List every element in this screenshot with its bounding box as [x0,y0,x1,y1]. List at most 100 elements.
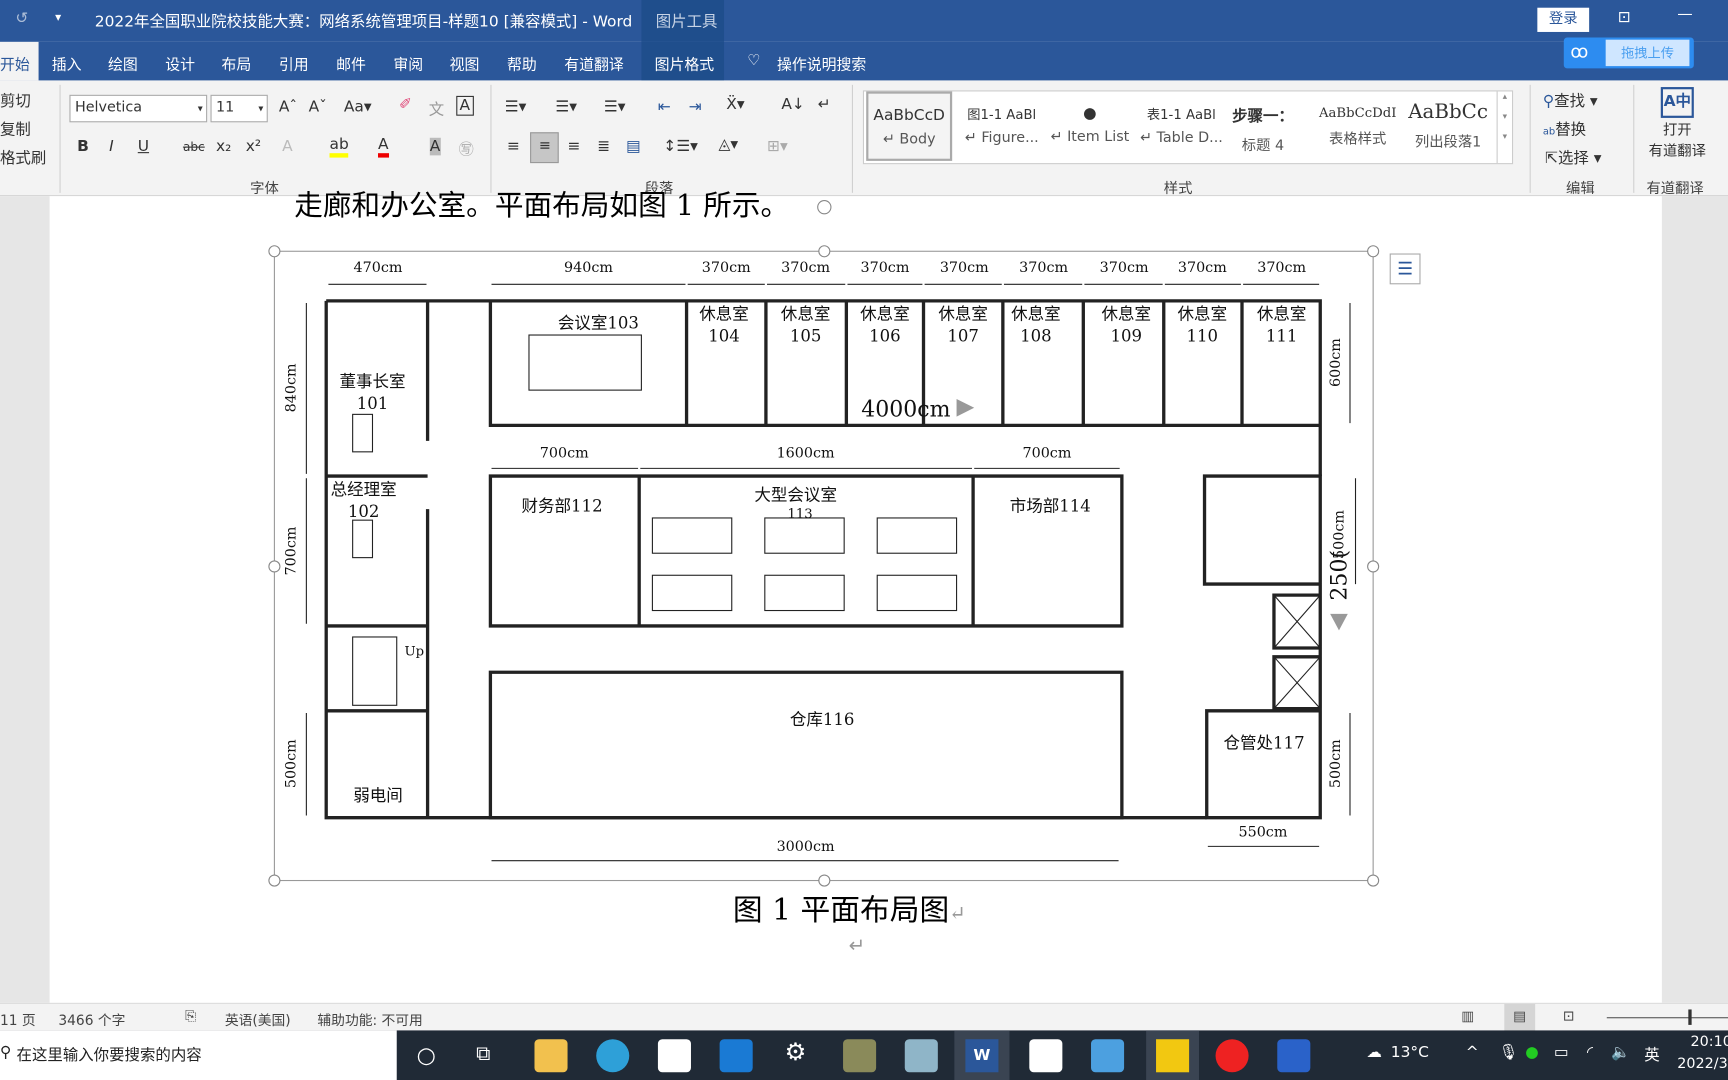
svg-text:500cm: 500cm [1328,739,1344,788]
svg-text:840cm: 840cm [283,363,299,412]
volume-muted-icon[interactable]: 🔈 [1611,1044,1630,1062]
word-count[interactable]: 3466 个字 [58,1008,125,1029]
weather-icon[interactable]: ☁ [1367,1044,1382,1062]
svg-text:600cm: 600cm [1328,338,1344,387]
room-106-name: 休息室 [860,305,910,324]
edge-icon[interactable] [596,1039,630,1073]
svg-text:550cm: 550cm [1238,824,1287,840]
room-105-name: 休息室 [781,305,831,324]
svg-text:470cm: 470cm [354,260,403,276]
dimension-lines [305,283,1357,862]
svg-text:700cm: 700cm [283,526,299,575]
powerbi-taskbar-button[interactable] [1146,1030,1200,1080]
room-101-name: 董事长室 [339,372,405,391]
room-113-name: 大型会议室 [754,485,837,504]
svg-text:370cm: 370cm [940,260,989,276]
overlay-dimension-vertical: 250( [1328,550,1353,601]
room-109-name: 休息室 [1102,305,1152,324]
room-117: 仓管处117 [1224,733,1305,752]
svg-text:370cm: 370cm [860,260,909,276]
ime-indicator[interactable]: 英 [1644,1044,1659,1066]
taskbar: ⚲ 在这里输入你要搜索的内容 ○ ⧉ ⚙ W ☁ 13°C ^ 🎙 ● ▭ ◜ 🔈… [0,1030,1728,1080]
room-116: 仓库116 [790,710,855,729]
room-labels: 董事长室 101 总经理室 102 会议室103 休息室 104 休息室 105 休息室… [331,305,1307,806]
app-icon-3[interactable] [1091,1039,1125,1073]
record-icon[interactable] [1215,1039,1249,1073]
resize-handles [268,200,1380,887]
word-taskbar-button[interactable]: W [954,1030,1010,1080]
room-106-number: 106 [869,327,901,346]
zoom-slider[interactable] [1606,1017,1728,1019]
stairs-label: Up [405,645,425,660]
clock-time[interactable]: 20:10 [1691,1034,1728,1051]
floor-plan-image[interactable]: 董事长室 101 总经理室 102 会议室103 休息室 104 休息室 105 休息室… [0,0,1728,1080]
room-108-name: 休息室 [1011,305,1061,324]
room-109-number: 109 [1111,327,1143,346]
room-111-name: 休息室 [1257,305,1307,324]
app-icon-4[interactable] [1277,1039,1311,1073]
room-112: 财务部112 [522,496,603,515]
room-114: 市场部114 [1010,496,1091,515]
walls [324,299,1322,820]
room-113-number: 113 [787,507,812,522]
arrow-down-icon [1330,613,1348,631]
svg-text:370cm: 370cm [1019,260,1068,276]
cortana-icon[interactable]: ○ [417,1041,436,1067]
read-mode-icon[interactable]: ▥ [1461,1007,1474,1024]
weather-temp[interactable]: 13°C [1391,1044,1429,1062]
svg-text:3000cm: 3000cm [777,839,835,855]
room-111-number: 111 [1266,327,1298,346]
settings-icon[interactable]: ⚙ [785,1039,807,1067]
arrow-right-icon [956,398,975,417]
accessibility-status[interactable]: 辅助功能: 不可用 [317,1008,422,1029]
status-bar: 11 页 3466 个字 ⎘ 英语(美国) 辅助功能: 不可用 ▥ ▤ ⊡ [0,1002,1728,1032]
room-102-number: 102 [348,502,380,521]
svg-text:370cm: 370cm [1257,260,1306,276]
web-layout-icon[interactable]: ⊡ [1563,1007,1575,1024]
proofing-icon[interactable]: ⎘ [185,1007,196,1025]
room-110-name: 休息室 [1178,305,1228,324]
svg-text:370cm: 370cm [1100,260,1149,276]
furniture [352,334,958,706]
svg-text:370cm: 370cm [781,260,830,276]
task-view-icon[interactable]: ⧉ [476,1043,490,1066]
baidu-netdisk-taskbar-icon[interactable] [1029,1039,1063,1073]
room-103: 会议室103 [558,313,639,332]
rotate-handle [817,200,832,215]
overlay-dimension-horizontal: 4000cm [861,398,950,423]
language[interactable]: 英语(美国) [225,1008,291,1029]
room-107-number: 107 [947,327,979,346]
svg-text:700cm: 700cm [540,445,589,461]
room-101-number: 101 [357,394,389,413]
room-104-number: 104 [708,327,740,346]
svg-text:500cm: 500cm [283,739,299,788]
svg-text:370cm: 370cm [702,260,751,276]
wechat-icon[interactable]: ● [1525,1044,1538,1062]
room-104-name: 休息室 [699,305,749,324]
battery-icon[interactable]: ▭ [1554,1044,1569,1062]
svg-text:1600cm: 1600cm [777,445,835,461]
dimension-labels: 470cm 940cm 370cm 370cm 370cm 370cm 370cm 37… [283,260,1352,855]
weak-current-room: 弱电间 [353,786,403,805]
clock-date[interactable]: 2022/3 [1677,1056,1727,1073]
page-count[interactable]: 11 页 [0,1008,36,1029]
svg-text:700cm: 700cm [1022,445,1071,461]
room-102-name: 总经理室 [331,480,397,499]
app-icon-2[interactable] [904,1039,938,1073]
room-108-number: 108 [1020,327,1052,346]
zoom-thumb[interactable] [1688,1009,1692,1025]
wifi-icon[interactable]: ◜ [1587,1044,1593,1062]
svg-text:940cm: 940cm [564,260,613,276]
print-layout-button[interactable]: ▤ [1504,1003,1536,1032]
app-icon-1[interactable] [843,1039,877,1073]
mail-icon[interactable] [719,1039,753,1073]
taskbar-search[interactable]: ⚲ 在这里输入你要搜索的内容 [0,1030,397,1080]
room-107-name: 休息室 [938,305,988,324]
room-110-number: 110 [1187,327,1219,346]
mic-icon[interactable]: 🎙 [1499,1044,1519,1062]
elevator-crosses [1273,594,1321,709]
svg-text:370cm: 370cm [1178,260,1227,276]
file-explorer-icon[interactable] [534,1039,568,1073]
store-icon[interactable] [657,1039,691,1073]
tray-chevron-icon[interactable]: ^ [1466,1044,1479,1062]
